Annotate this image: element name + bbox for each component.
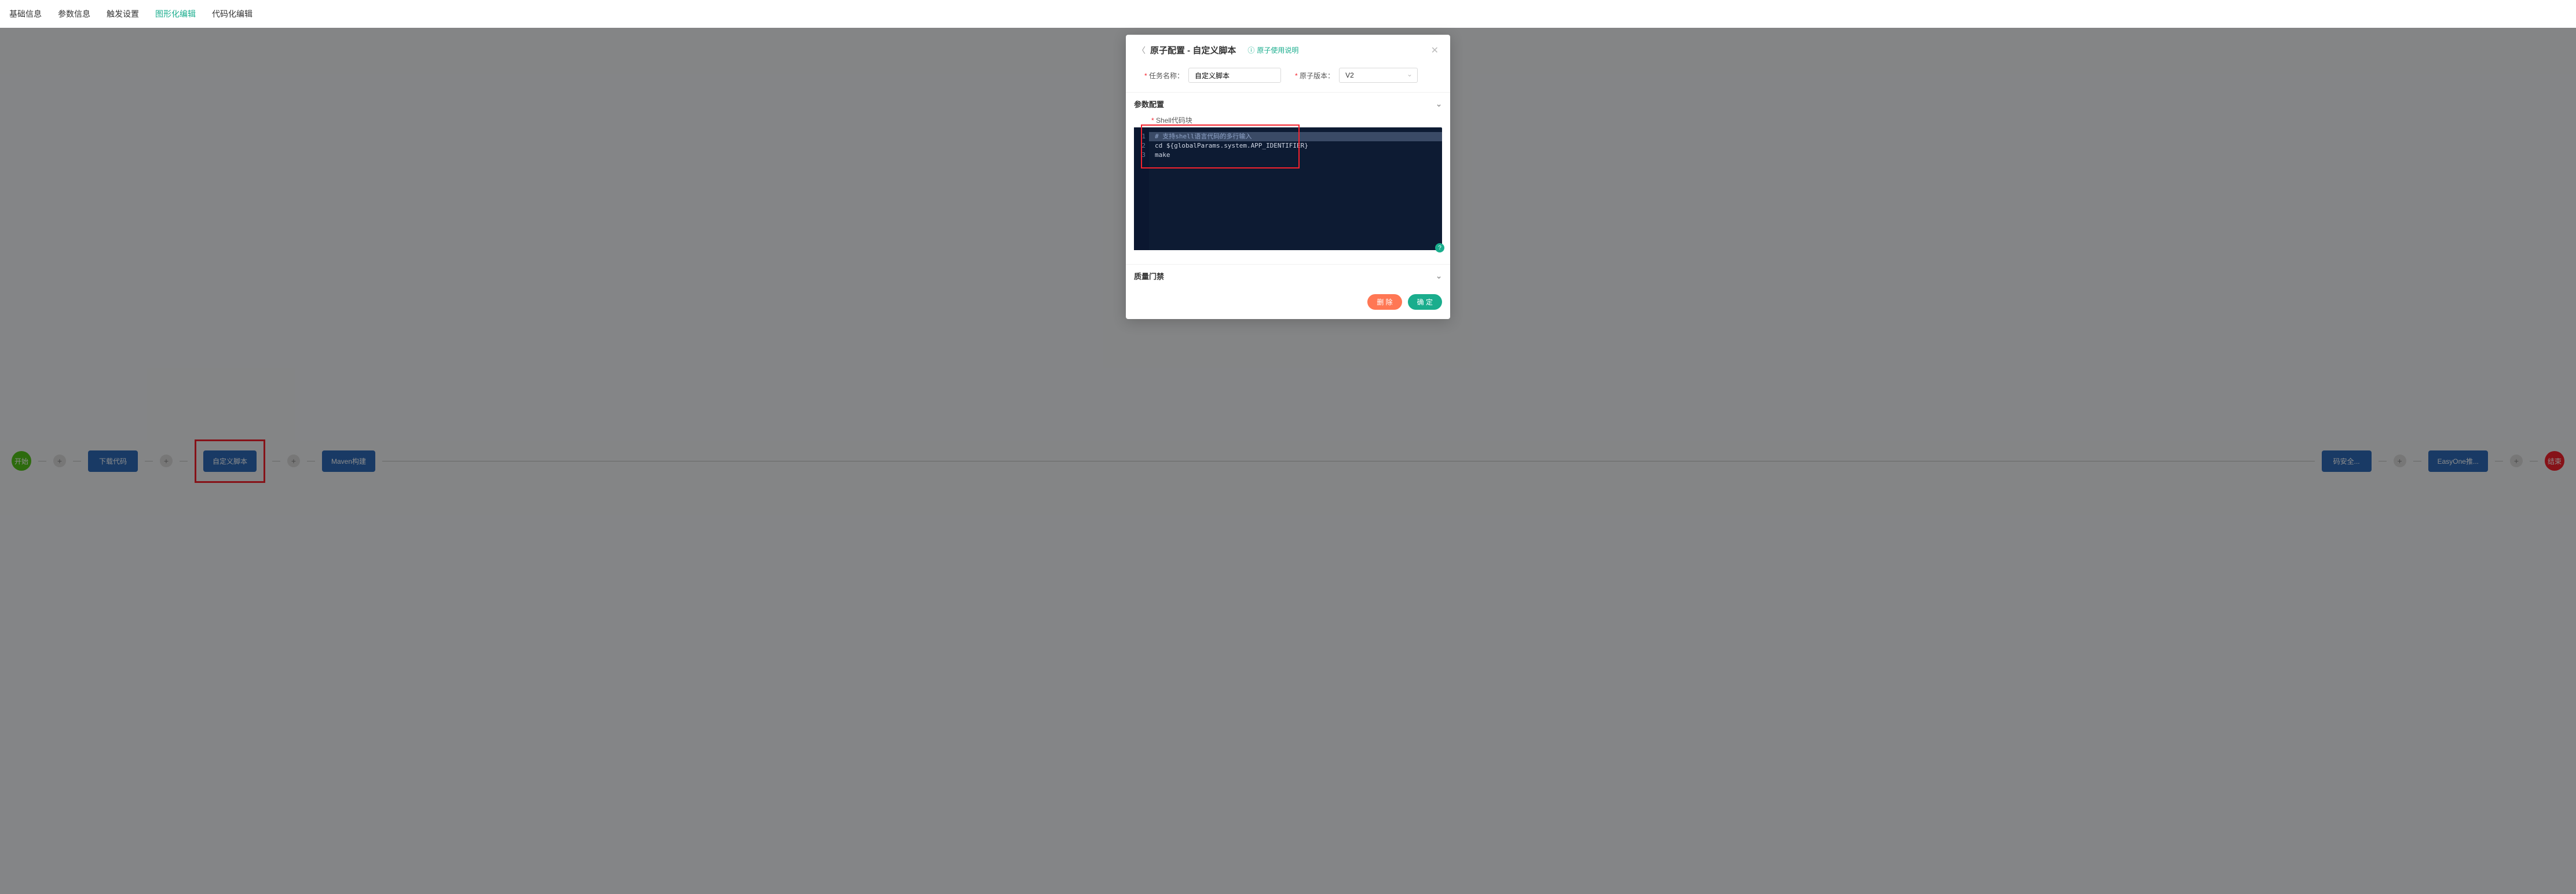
param-section-title: 参数配置 xyxy=(1134,98,1164,109)
add-node-button[interactable]: + xyxy=(2510,455,2523,467)
stage-highlight: 自定义脚本 xyxy=(195,439,265,483)
code-content[interactable]: # 支持shell语言代码的多行输入 cd ${globalParams.sys… xyxy=(1149,127,1442,250)
param-section-header[interactable]: 参数配置 ⌄ xyxy=(1126,92,1450,115)
info-icon: ⓘ xyxy=(1247,45,1254,55)
delete-button[interactable]: 删 除 xyxy=(1367,294,1402,310)
modal-footer: 删 除 确 定 xyxy=(1126,287,1450,314)
code-gutter: 123 xyxy=(1134,127,1149,250)
end-node[interactable]: 结束 xyxy=(2545,451,2564,471)
modal-header: 〈 原子配置 - 自定义脚本 ⓘ 原子使用说明 ✕ xyxy=(1126,35,1450,63)
tab-code-edit[interactable]: 代码化编辑 xyxy=(212,0,253,30)
form-row: 任务名称： 原子版本： V2 xyxy=(1126,63,1450,92)
quality-gate-title: 质量门禁 xyxy=(1134,270,1164,281)
stage-code-security[interactable]: 码安全... xyxy=(2322,450,2372,472)
task-name-input[interactable] xyxy=(1188,68,1281,83)
stage-easyone-push[interactable]: EasyOne推... xyxy=(2428,450,2488,472)
back-icon[interactable]: 〈 xyxy=(1137,45,1146,56)
tab-graphical-edit[interactable]: 图形化编辑 xyxy=(155,0,196,30)
close-icon[interactable]: ✕ xyxy=(1431,45,1439,56)
confirm-button[interactable]: 确 定 xyxy=(1408,294,1442,310)
usage-help-link[interactable]: ⓘ 原子使用说明 xyxy=(1247,45,1298,55)
tab-trigger-settings[interactable]: 触发设置 xyxy=(107,0,139,30)
shell-code-editor[interactable]: 123 # 支持shell语言代码的多行输入 cd ${globalParams… xyxy=(1134,127,1442,250)
tab-basic-info[interactable]: 基础信息 xyxy=(9,0,42,30)
help-icon[interactable]: ? xyxy=(1435,243,1444,252)
chevron-down-icon: ⌄ xyxy=(1436,100,1442,109)
start-node[interactable]: 开始 xyxy=(12,451,31,471)
quality-gate-section-header[interactable]: 质量门禁 ⌄ xyxy=(1126,264,1450,287)
atom-version-label: 原子版本： xyxy=(1295,71,1334,80)
atom-config-modal: 〈 原子配置 - 自定义脚本 ⓘ 原子使用说明 ✕ 任务名称： 原子版本： V2… xyxy=(1126,35,1450,319)
tab-param-info[interactable]: 参数信息 xyxy=(58,0,90,30)
atom-version-select[interactable]: V2 xyxy=(1339,68,1418,83)
task-name-label: 任务名称： xyxy=(1144,71,1184,80)
add-node-button[interactable]: + xyxy=(53,455,66,467)
add-node-button[interactable]: + xyxy=(2394,455,2406,467)
chevron-down-icon: ⌄ xyxy=(1436,272,1442,281)
stage-download-code[interactable]: 下载代码 xyxy=(88,450,138,472)
add-node-button[interactable]: + xyxy=(287,455,300,467)
usage-help-label: 原子使用说明 xyxy=(1257,45,1298,55)
shell-code-label: Shell代码块 xyxy=(1126,115,1450,127)
top-tabs: 基础信息 参数信息 触发设置 图形化编辑 代码化编辑 xyxy=(0,0,2576,30)
stage-custom-script[interactable]: 自定义脚本 xyxy=(203,450,257,472)
modal-title: 原子配置 - 自定义脚本 xyxy=(1150,44,1236,56)
add-node-button[interactable]: + xyxy=(160,455,173,467)
stage-maven-build[interactable]: Maven构建 xyxy=(322,450,375,472)
